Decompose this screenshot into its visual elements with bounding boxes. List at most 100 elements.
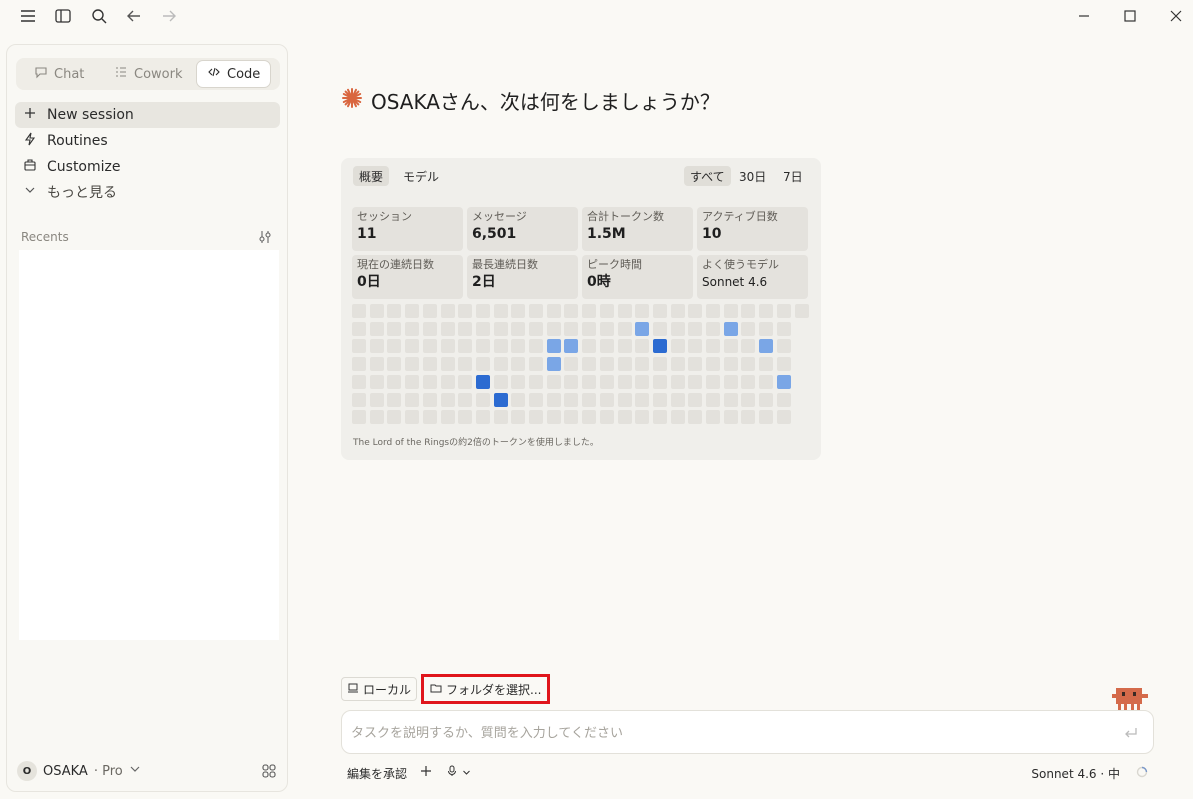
heatmap-cell — [706, 321, 720, 336]
heatmap-cell — [776, 410, 791, 425]
heatmap-cell — [741, 304, 756, 318]
heatmap-cell — [352, 304, 366, 318]
heatmap-cell — [723, 339, 738, 354]
heatmap-cell — [776, 392, 791, 407]
heatmap-cell — [529, 357, 543, 372]
user-plan: · Pro — [93, 763, 123, 779]
stat-peak-hour: ピーク時間 0時 — [582, 255, 693, 299]
forward-arrow-icon[interactable] — [159, 6, 179, 26]
prompt-input[interactable] — [351, 723, 1111, 743]
heatmap-cell — [405, 392, 420, 407]
heatmap-cell — [582, 321, 597, 336]
heatmap-cell — [582, 339, 597, 354]
heatmap-cell — [369, 357, 384, 372]
heatmap-cell — [511, 304, 526, 318]
heatmap-cell — [493, 357, 508, 372]
heatmap-cell — [688, 357, 703, 372]
tab-models[interactable]: モデル — [397, 166, 445, 186]
heatmap-cell — [688, 410, 703, 425]
heatmap-cell — [387, 321, 402, 336]
heatmap-cell — [652, 321, 667, 336]
heatmap-cell — [475, 304, 490, 318]
maximize-icon[interactable] — [1118, 5, 1142, 27]
folder-label: フォルダを選択... — [446, 682, 542, 697]
tab-range-all[interactable]: すべて — [684, 166, 731, 186]
heatmap-cell — [475, 339, 490, 354]
recents-label: Recents — [21, 230, 69, 244]
mascot-icon — [1112, 686, 1148, 712]
heatmap-cell — [688, 374, 703, 389]
heatmap-cell — [440, 339, 455, 354]
heatmap-cell — [688, 304, 703, 318]
model-selector[interactable]: Sonnet 4.6 · 中 — [1031, 765, 1120, 782]
heatmap-cell — [635, 357, 650, 372]
approve-edits-button[interactable]: 編集を承認 — [347, 765, 407, 782]
sidebar-toggle-icon[interactable] — [53, 6, 73, 26]
heatmap-cell — [440, 321, 455, 336]
heatmap-cell — [405, 339, 420, 354]
heatmap-cell — [741, 392, 756, 407]
heatmap-cell — [458, 410, 473, 425]
heatmap-cell — [599, 304, 614, 318]
heatmap-cell — [546, 304, 561, 318]
mode-switch: Chat Cowork Code — [16, 58, 280, 90]
mode-cowork-button[interactable]: Cowork — [104, 60, 193, 88]
minimize-icon[interactable] — [1072, 5, 1096, 27]
search-icon[interactable] — [89, 6, 109, 26]
heatmap-cell — [529, 304, 543, 318]
heatmap-cell — [369, 392, 384, 407]
stat-value: 10 — [702, 226, 722, 242]
recents-list — [19, 250, 279, 640]
heatmap-cell — [529, 374, 543, 389]
tab-range-7d[interactable]: 7日 — [777, 166, 809, 186]
chevron-down-icon — [129, 763, 141, 779]
new-session-button[interactable]: New session — [15, 102, 280, 128]
heatmap-cell — [493, 392, 508, 407]
stat-value: 2日 — [472, 274, 496, 290]
filter-sliders-icon[interactable] — [257, 229, 273, 245]
environment-row: ローカル フォルダを選択... — [341, 674, 551, 704]
heatmap-cell — [582, 410, 597, 425]
heatmap-cell — [493, 410, 508, 425]
apps-icon[interactable] — [261, 763, 277, 779]
laptop-icon — [347, 682, 359, 697]
heatmap-cell — [440, 392, 455, 407]
stat-label: 最長連続日数 — [472, 258, 538, 271]
back-arrow-icon[interactable] — [124, 6, 144, 26]
mode-code-button[interactable]: Code — [196, 60, 272, 88]
heatmap-cell — [706, 374, 720, 389]
heatmap-cell — [794, 304, 809, 318]
tab-range-30d[interactable]: 30日 — [733, 166, 772, 186]
enter-icon[interactable] — [1123, 725, 1139, 741]
heatmap-cell — [599, 374, 614, 389]
user-menu[interactable]: O OSAKA · Pro — [17, 761, 141, 781]
heatmap-cell — [564, 304, 579, 318]
add-attachment-button[interactable] — [420, 765, 432, 780]
heatmap-cell — [422, 321, 437, 336]
close-icon[interactable] — [1164, 5, 1188, 27]
chevron-down-icon — [23, 183, 37, 201]
sidebar-item-customize[interactable]: Customize — [15, 154, 280, 180]
plus-icon — [23, 106, 37, 124]
voice-button[interactable] — [446, 765, 471, 780]
heatmap-cell — [723, 410, 738, 425]
heatmap-cell — [352, 357, 366, 372]
heatmap-cell — [387, 392, 402, 407]
heatmap-cell — [493, 374, 508, 389]
mode-chat-button[interactable]: Chat — [24, 60, 94, 88]
tab-overview[interactable]: 概要 — [353, 166, 390, 186]
stat-value: 11 — [357, 226, 377, 242]
heatmap-cell — [440, 357, 455, 372]
stat-value: 0時 — [587, 274, 611, 290]
heatmap-cell — [529, 410, 543, 425]
heatmap-cell — [617, 304, 632, 318]
sidebar-item-routines[interactable]: Routines — [15, 128, 280, 154]
menu-icon[interactable] — [18, 6, 38, 26]
sidebar-item-more[interactable]: もっと見る — [15, 179, 280, 205]
chevron-down-icon — [462, 766, 471, 780]
local-button[interactable]: ローカル — [341, 677, 418, 701]
heatmap-cell — [741, 321, 756, 336]
heatmap-cell — [670, 392, 685, 407]
select-folder-button[interactable]: フォルダを選択... — [421, 674, 551, 704]
heatmap-cell — [369, 410, 384, 425]
